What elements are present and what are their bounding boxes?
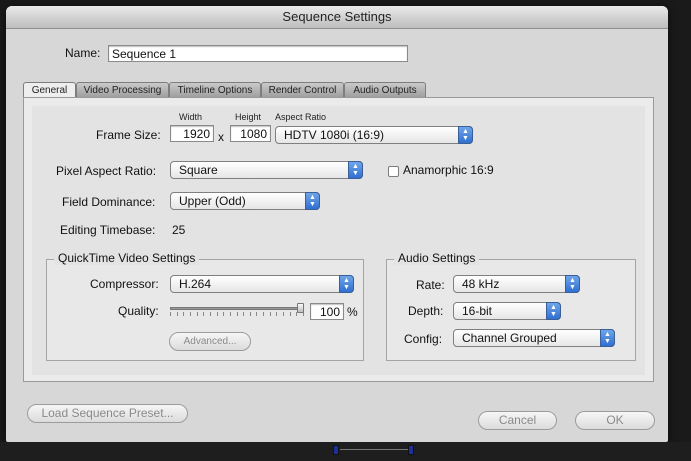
quicktime-group-title: QuickTime Video Settings xyxy=(54,251,200,265)
quality-slider-track[interactable] xyxy=(170,307,304,310)
popup-arrows-icon: ▲ ▼ xyxy=(339,275,354,293)
depth-value: 16-bit xyxy=(462,304,493,318)
aspect-ratio-popup[interactable]: HDTV 1080i (16:9) ▲ ▼ xyxy=(275,126,473,144)
config-value: Channel Grouped xyxy=(462,331,557,345)
editing-timebase-label: Editing Timebase: xyxy=(60,223,156,237)
background-timeline-strip xyxy=(0,442,691,461)
name-label: Name: xyxy=(65,46,101,60)
slider-tick xyxy=(250,312,251,316)
tab-render-control[interactable]: Render Control xyxy=(261,82,344,97)
aspect-ratio-value: HDTV 1080i (16:9) xyxy=(284,128,385,142)
depth-label: Depth: xyxy=(408,304,444,318)
quality-unit: % xyxy=(347,305,358,319)
tab-video-processing[interactable]: Video Processing xyxy=(76,82,169,97)
ok-button[interactable]: OK xyxy=(575,411,655,430)
height-field[interactable]: 1080 xyxy=(230,125,271,142)
slider-tick xyxy=(276,312,277,316)
anamorphic-checkbox[interactable] xyxy=(388,166,399,177)
audio-group-title: Audio Settings xyxy=(394,251,480,265)
slider-tick xyxy=(210,312,211,316)
slider-tick xyxy=(223,312,224,316)
rate-label: Rate: xyxy=(416,278,445,292)
quality-slider-thumb[interactable] xyxy=(297,303,304,313)
aspect-ratio-header: Aspect Ratio xyxy=(275,112,327,122)
popup-arrows-icon: ▲ ▼ xyxy=(546,302,561,320)
cancel-button[interactable]: Cancel xyxy=(478,411,557,430)
quality-label: Quality: xyxy=(118,304,159,318)
slider-tick xyxy=(283,312,284,316)
config-popup[interactable]: Channel Grouped ▲ ▼ xyxy=(453,329,615,347)
width-field[interactable]: 1920 xyxy=(170,125,214,142)
slider-tick xyxy=(270,312,271,316)
popup-arrows-icon: ▲ ▼ xyxy=(305,192,320,210)
name-field[interactable]: Sequence 1 xyxy=(108,45,408,62)
slider-tick xyxy=(256,312,257,316)
slider-tick xyxy=(243,312,244,316)
pixel-aspect-popup[interactable]: Square ▲ ▼ xyxy=(170,161,363,179)
rate-popup[interactable]: 48 kHz ▲ ▼ xyxy=(453,275,580,293)
load-sequence-preset-button[interactable]: Load Sequence Preset... xyxy=(27,404,188,423)
popup-arrows-icon: ▲ ▼ xyxy=(600,329,615,347)
times-symbol: x xyxy=(218,130,224,144)
field-dominance-label: Field Dominance: xyxy=(62,195,156,209)
quality-slider-ticks xyxy=(170,312,304,316)
slider-tick xyxy=(177,312,178,316)
tab-timeline-options[interactable]: Timeline Options xyxy=(169,82,261,97)
depth-popup[interactable]: 16-bit ▲ ▼ xyxy=(453,302,561,320)
field-dominance-value: Upper (Odd) xyxy=(179,194,246,208)
slider-tick xyxy=(190,312,191,316)
field-dominance-popup[interactable]: Upper (Odd) ▲ ▼ xyxy=(170,192,320,210)
timeline-range-line xyxy=(340,449,408,450)
pixel-aspect-label: Pixel Aspect Ratio: xyxy=(56,164,157,178)
sequence-settings-dialog: Sequence Settings Name: Sequence 1 Gener… xyxy=(6,6,668,442)
slider-tick xyxy=(237,312,238,316)
quality-field[interactable]: 100 xyxy=(310,303,344,320)
pixel-aspect-value: Square xyxy=(179,163,218,177)
slider-tick xyxy=(230,312,231,316)
slider-tick xyxy=(290,312,291,316)
slider-tick xyxy=(197,312,198,316)
compressor-label: Compressor: xyxy=(90,277,159,291)
tab-general[interactable]: General xyxy=(23,82,76,98)
width-header: Width xyxy=(179,112,203,122)
rate-value: 48 kHz xyxy=(462,277,500,291)
compressor-value: H.264 xyxy=(179,277,212,291)
editing-timebase-value: 25 xyxy=(172,223,186,237)
config-label: Config: xyxy=(404,332,443,346)
general-content: Width Height Aspect Ratio Frame Size: 19… xyxy=(32,106,645,375)
slider-tick xyxy=(263,312,264,316)
compressor-popup[interactable]: H.264 ▲ ▼ xyxy=(170,275,354,293)
slider-tick xyxy=(203,312,204,316)
popup-arrows-icon: ▲ ▼ xyxy=(348,161,363,179)
slider-tick xyxy=(217,312,218,316)
general-tab-panel: Width Height Aspect Ratio Frame Size: 19… xyxy=(23,97,654,382)
out-point-marker-icon xyxy=(408,445,414,455)
popup-arrows-icon: ▲ ▼ xyxy=(458,126,473,144)
anamorphic-label: Anamorphic 16:9 xyxy=(403,163,494,177)
slider-tick xyxy=(183,312,184,316)
slider-tick xyxy=(170,312,171,316)
tab-audio-outputs[interactable]: Audio Outputs xyxy=(344,82,426,97)
advanced-button[interactable]: Advanced... xyxy=(169,332,251,351)
in-point-marker-icon xyxy=(333,445,339,455)
window-title: Sequence Settings xyxy=(6,6,668,29)
frame-size-label: Frame Size: xyxy=(96,128,161,142)
popup-arrows-icon: ▲ ▼ xyxy=(565,275,580,293)
height-header: Height xyxy=(235,112,262,122)
